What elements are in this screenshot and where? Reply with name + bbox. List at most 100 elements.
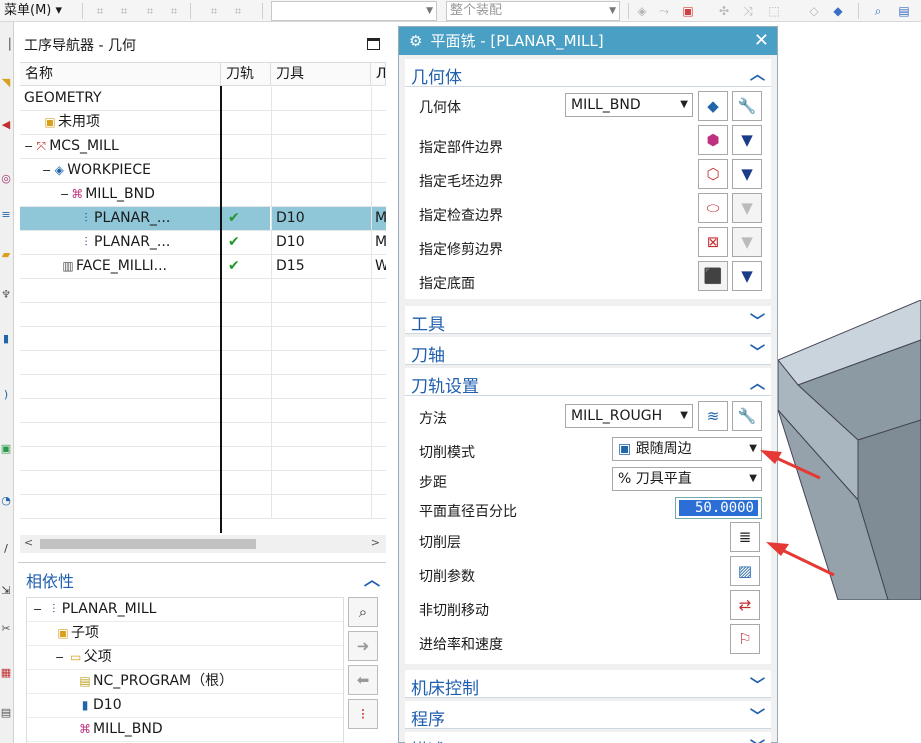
column-header-name[interactable]: 名称 bbox=[20, 63, 221, 86]
column-header-more[interactable]: Л bbox=[371, 63, 386, 86]
tree-row[interactable]: − ⤧ MCS_MILL bbox=[20, 135, 386, 159]
noncut-moves-icon[interactable]: ⇄ bbox=[730, 590, 760, 620]
geometry-select[interactable]: MILL_BND ▼ bbox=[565, 93, 693, 117]
resource-tab-icon[interactable]: ▦ bbox=[0, 666, 12, 680]
arrow-left-icon[interactable]: ⬅ bbox=[348, 665, 378, 695]
check-boundary-icon[interactable]: ⬭ bbox=[698, 193, 728, 223]
resource-tab-icon[interactable]: ◔ bbox=[0, 494, 12, 508]
maximize-icon[interactable] bbox=[367, 38, 380, 50]
tree-row[interactable]: ⫶ PLANAR_... ✔ D10 M bbox=[20, 207, 386, 231]
snap-point-icon[interactable]: ⤨ bbox=[740, 3, 756, 19]
tree-expander-icon[interactable]: − bbox=[24, 140, 33, 153]
tree-row[interactable]: ▣ 未用项 bbox=[20, 111, 386, 135]
tree-expander-icon[interactable]: − bbox=[33, 603, 46, 616]
blank-boundary-icon[interactable]: ⬡ bbox=[698, 159, 728, 189]
view-icon[interactable]: ◇ bbox=[806, 3, 822, 19]
tree-row[interactable]: ▥FACE_MILLI...✔D15W bbox=[20, 255, 386, 279]
new-method-icon[interactable]: ≋ bbox=[698, 401, 728, 431]
column-header-tool[interactable]: 刀具 bbox=[271, 63, 371, 86]
close-icon[interactable]: ✕ bbox=[754, 27, 769, 55]
select-icon[interactable]: ⤳ bbox=[656, 3, 672, 19]
program-section-header[interactable]: 程序 ﹀ bbox=[405, 701, 771, 730]
stepover-select[interactable]: % 刀具平直 ▼ bbox=[612, 467, 762, 491]
tree-row[interactable]: − ◈ WORKPIECE bbox=[20, 159, 386, 183]
description-section-header[interactable]: 描述 ﹀ bbox=[405, 732, 771, 743]
horizontal-scrollbar[interactable]: < > bbox=[20, 535, 386, 553]
assembly-filter-combo[interactable]: 整个装配 ▼ bbox=[446, 1, 620, 21]
edit-wrench-icon[interactable]: 🔧 bbox=[732, 91, 762, 121]
menu-button[interactable]: 菜单(M) ▾ bbox=[0, 0, 66, 22]
cube-icon[interactable]: ◆ bbox=[830, 3, 846, 19]
resource-tab-icon[interactable]: ▣ bbox=[0, 442, 12, 456]
tree-expander-icon[interactable]: − bbox=[60, 188, 69, 201]
column-header-path[interactable]: 刀轨 bbox=[221, 63, 271, 86]
resource-tab-icon[interactable]: ▤ bbox=[0, 706, 12, 720]
search-icon[interactable]: ⌕ bbox=[348, 597, 378, 627]
flashlight-icon[interactable]: ▼ bbox=[732, 125, 762, 155]
flashlight-icon[interactable]: ▼ bbox=[732, 261, 762, 291]
path-settings-section-header[interactable]: 刀轨设置 ︿ bbox=[405, 368, 771, 397]
edit-wrench-icon[interactable]: 🔧 bbox=[732, 401, 762, 431]
snap-icon[interactable]: ⌗ bbox=[142, 3, 158, 19]
resource-tab-icon[interactable]: ▮ bbox=[0, 332, 12, 346]
snap-icon[interactable]: ⌗ bbox=[116, 3, 132, 19]
snap-point-icon[interactable]: ✣ bbox=[716, 3, 732, 19]
zoom-icon[interactable]: ⌕ bbox=[870, 3, 886, 19]
tree-expander-icon[interactable]: − bbox=[55, 651, 68, 664]
resource-tab-icon[interactable]: ▰ bbox=[0, 248, 12, 262]
cut-pattern-select[interactable]: ▣ 跟随周边 ▼ bbox=[612, 437, 762, 461]
dependency-row[interactable]: ▮ D10 bbox=[27, 694, 343, 718]
feeds-speeds-icon[interactable]: ⚐ bbox=[730, 624, 760, 654]
cut-params-icon[interactable]: ▨ bbox=[730, 556, 760, 586]
snap-icon[interactable]: ⌗ bbox=[92, 3, 108, 19]
resource-tab-icon[interactable]: ⇲ bbox=[0, 584, 12, 598]
new-geometry-icon[interactable]: ◆ bbox=[698, 91, 728, 121]
filter-icon[interactable]: ⌗ bbox=[230, 3, 246, 19]
resource-tab-icon[interactable]: ▕ bbox=[0, 38, 12, 52]
dependency-row[interactable]: ▣ 子项 bbox=[27, 622, 343, 646]
flashlight-icon[interactable]: ▼ bbox=[732, 227, 762, 257]
snap-icon[interactable]: ⌗ bbox=[166, 3, 182, 19]
resource-tab-icon[interactable]: / bbox=[0, 542, 12, 556]
machine-control-section-header[interactable]: 机床控制 ﹀ bbox=[405, 670, 771, 699]
scroll-thumb[interactable] bbox=[40, 539, 256, 549]
cut-levels-icon[interactable]: ≣ bbox=[730, 522, 760, 552]
resource-tab-icon[interactable]: ◎ bbox=[0, 172, 12, 186]
toolbar-separator bbox=[858, 3, 859, 19]
dependency-row[interactable]: − ⫶ PLANAR_MILL bbox=[27, 598, 343, 622]
tree-row[interactable]: ⫶ PLANAR_... ✔ D10 M bbox=[20, 231, 386, 255]
resource-tab-icon[interactable]: ) bbox=[0, 388, 12, 402]
filter-icon[interactable]: ⌗ bbox=[206, 3, 222, 19]
box-select-icon[interactable]: ⬚ bbox=[766, 3, 782, 19]
axis-section-header[interactable]: 刀轴 ﹀ bbox=[405, 337, 771, 366]
arrow-right-icon[interactable]: ➜ bbox=[348, 631, 378, 661]
tree-row[interactable]: GEOMETRY bbox=[20, 87, 386, 111]
scroll-right-icon[interactable]: > bbox=[371, 536, 380, 549]
dependency-row[interactable]: ⌘ MILL_BND bbox=[27, 718, 343, 742]
list-order-icon[interactable]: ⁝ bbox=[348, 699, 378, 729]
flashlight-icon[interactable]: ▼ bbox=[732, 159, 762, 189]
dependency-row[interactable]: ▤ NC_PROGRAM（根） bbox=[27, 670, 343, 694]
tool-section-header[interactable]: 工具 ﹀ bbox=[405, 306, 771, 335]
dependency-row[interactable]: − ▭ 父项 bbox=[27, 646, 343, 670]
tree-expander-icon[interactable]: − bbox=[42, 164, 51, 177]
fit-icon[interactable]: ▤ bbox=[896, 3, 912, 19]
collapse-chevron-icon[interactable]: ︿ bbox=[364, 566, 380, 590]
tree-row[interactable]: − ⌘ MILL_BND bbox=[20, 183, 386, 207]
geometry-section-header[interactable]: 几何体 ︿ bbox=[405, 59, 771, 88]
trim-boundary-icon[interactable]: ⊠ bbox=[698, 227, 728, 257]
resource-tab-icon[interactable]: ✂ bbox=[0, 622, 12, 636]
select-icon[interactable]: ◈ bbox=[634, 3, 650, 19]
resource-tab-icon[interactable]: ≡ bbox=[0, 208, 12, 222]
resource-tab-icon[interactable]: ◀ bbox=[0, 118, 12, 132]
scroll-left-icon[interactable]: < bbox=[24, 536, 33, 549]
floor-icon[interactable]: ⬛ bbox=[698, 261, 728, 291]
percent-diameter-input[interactable]: 50.0000 bbox=[675, 497, 762, 519]
select-filter-icon[interactable]: ▣ bbox=[680, 3, 696, 19]
type-filter-combo[interactable]: ▼ bbox=[271, 1, 437, 21]
resource-tab-icon[interactable]: ◥ bbox=[0, 76, 12, 90]
flashlight-icon[interactable]: ▼ bbox=[732, 193, 762, 223]
method-select[interactable]: MILL_ROUGH ▼ bbox=[565, 404, 693, 428]
resource-tab-icon[interactable]: ♆ bbox=[0, 288, 12, 302]
part-boundary-icon[interactable]: ⬢ bbox=[698, 125, 728, 155]
